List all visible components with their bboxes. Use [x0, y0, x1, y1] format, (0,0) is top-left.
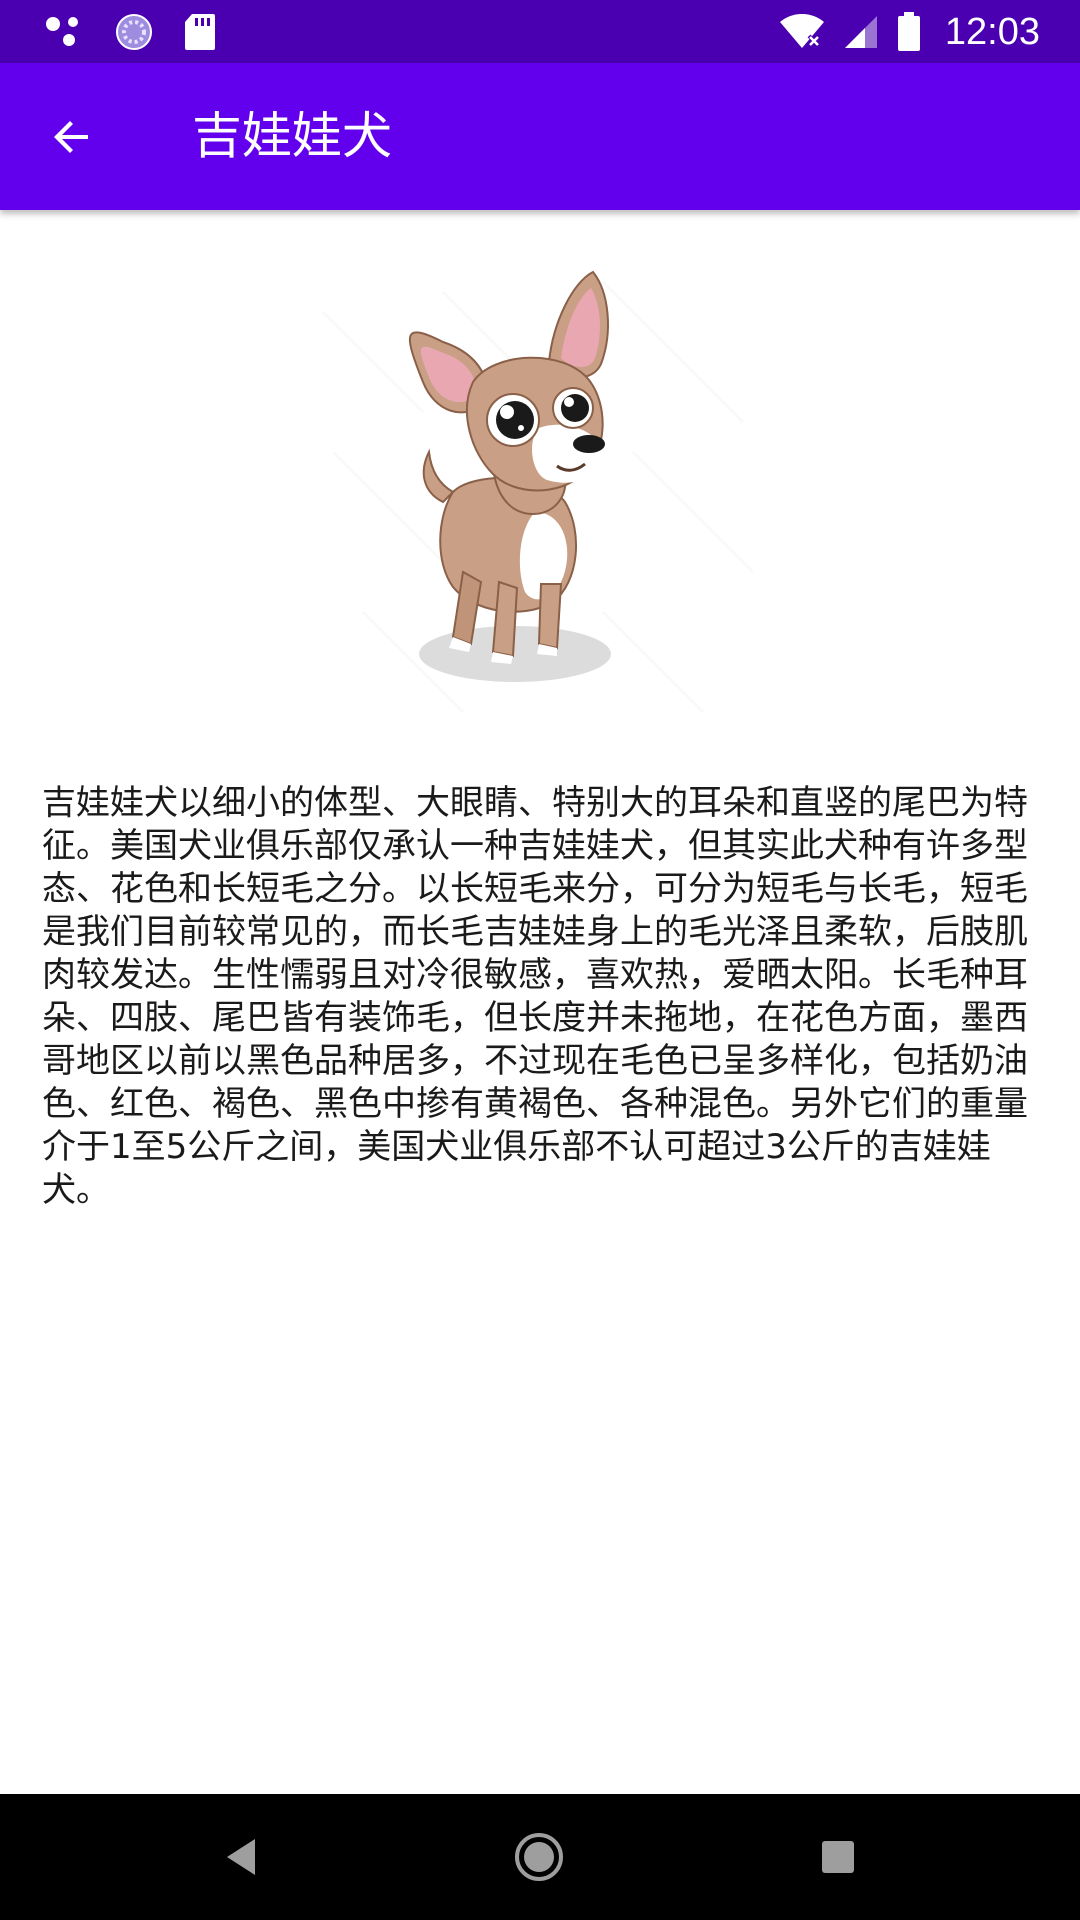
- nav-back-icon: [227, 1839, 255, 1875]
- battery-icon: [897, 12, 920, 51]
- nav-home-button[interactable]: [506, 1824, 572, 1890]
- nav-recents-button[interactable]: [805, 1824, 871, 1890]
- sd-card-icon: [185, 14, 215, 50]
- content-area: 吉娃娃犬以细小的体型、大眼睛、特别大的耳朵和直竖的尾巴为特征。美国犬业俱乐部仅承…: [0, 210, 1080, 1794]
- status-time: 12:03: [944, 10, 1040, 53]
- status-right-icons: 12:03: [779, 8, 1040, 56]
- status-bar: 12:03: [0, 0, 1080, 63]
- nav-back-button[interactable]: [208, 1824, 274, 1890]
- nav-home-icon: [515, 1833, 563, 1881]
- navigation-bar: [0, 1794, 1080, 1920]
- screen: 12:03 吉娃娃犬 吉娃娃犬以细小的体型、大眼睛、特别大的耳朵和直竖的尾巴为特…: [0, 0, 1080, 1920]
- back-button[interactable]: [36, 101, 108, 173]
- app-bar: 吉娃娃犬: [0, 63, 1080, 210]
- arrow-back-icon: [54, 121, 88, 153]
- chihuahua-image: [321, 270, 755, 714]
- wifi-icon: [779, 14, 824, 48]
- nav-recents-icon: [822, 1841, 854, 1873]
- signal-icon: [844, 16, 877, 48]
- assistant-dots-icon: [46, 17, 78, 46]
- status-left-icons: [44, 10, 216, 54]
- page-title: 吉娃娃犬: [192, 107, 392, 165]
- description-text: 吉娃娃犬以细小的体型、大眼睛、特别大的耳朵和直竖的尾巴为特征。美国犬业俱乐部仅承…: [42, 783, 1028, 1210]
- sync-circle-icon: [116, 14, 152, 50]
